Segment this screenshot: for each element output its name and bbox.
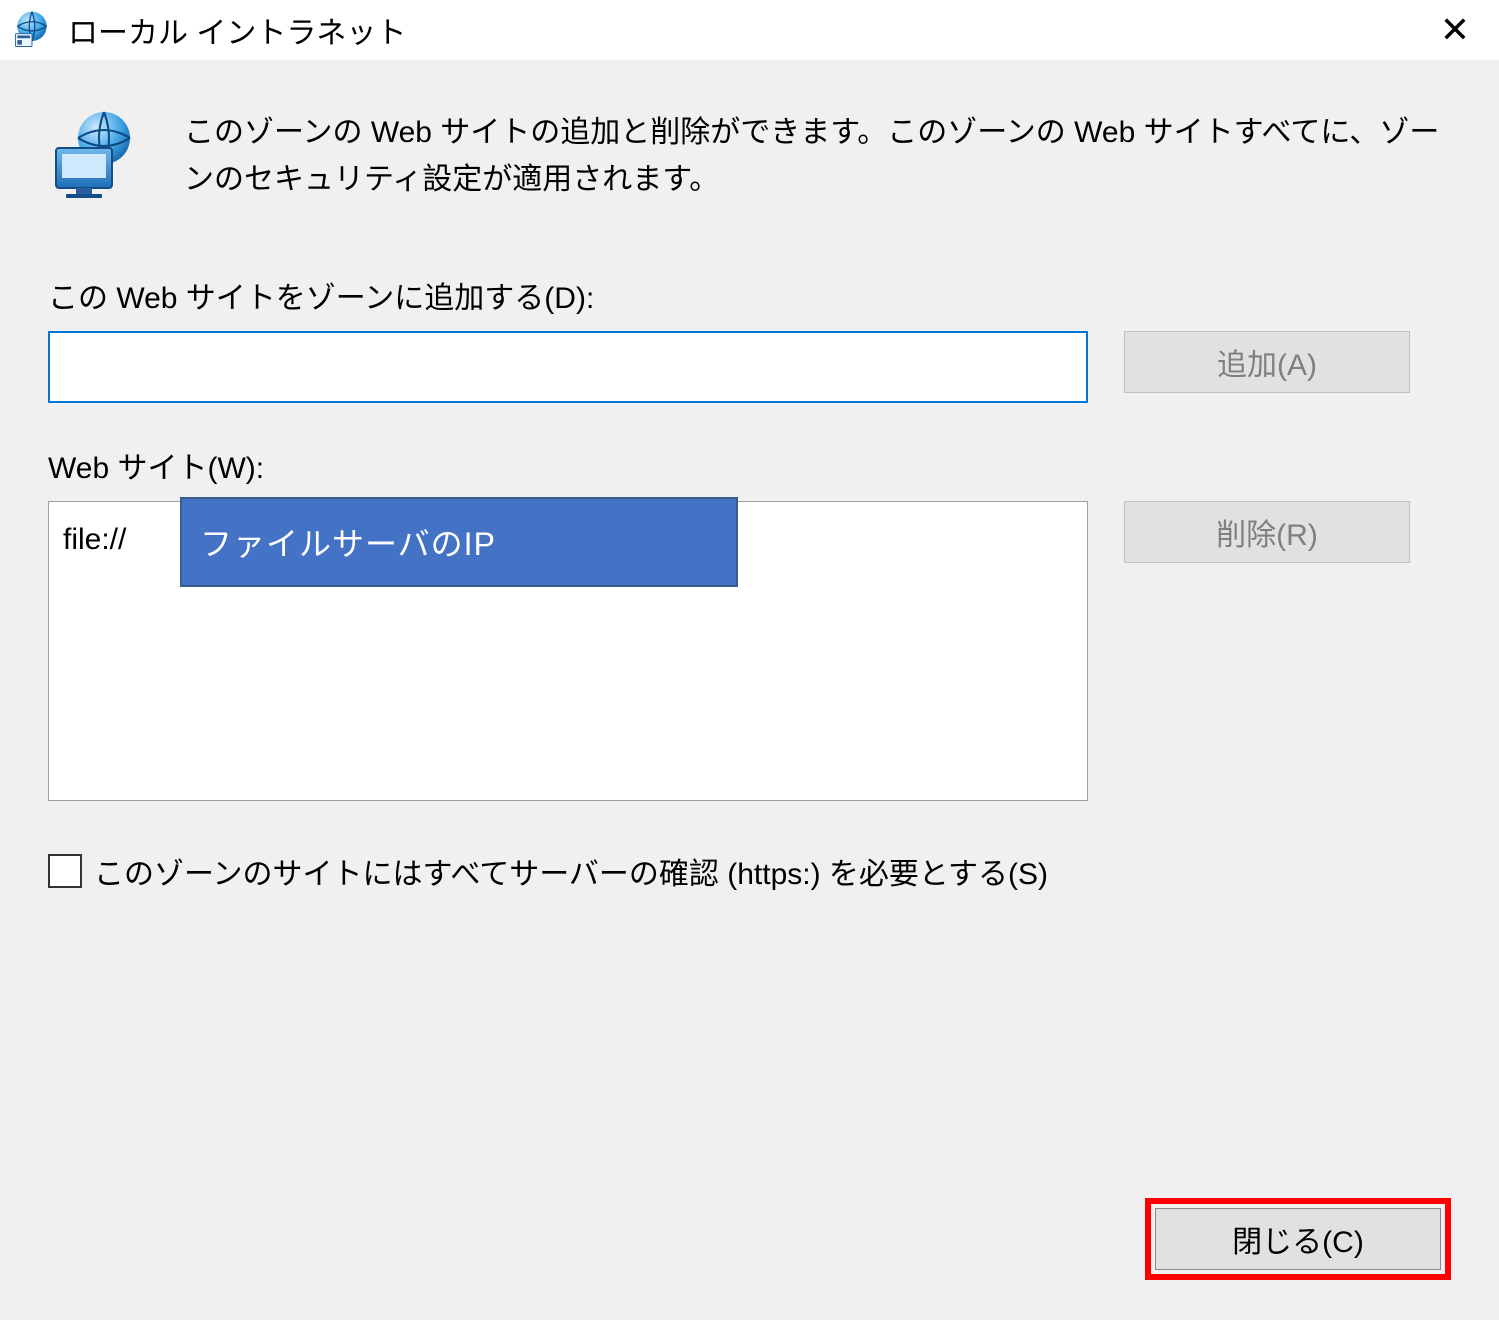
add-site-row: 追加(A) — [48, 331, 1451, 403]
remove-button[interactable]: 削除(R) — [1124, 501, 1410, 563]
dialog-footer: 閉じる(C) — [48, 1148, 1451, 1280]
close-button[interactable]: 閉じる(C) — [1155, 1208, 1441, 1270]
https-checkbox[interactable] — [48, 854, 82, 888]
title-text: ローカル イントラネット — [68, 8, 406, 52]
add-site-label: この Web サイトをゾーンに追加する(D): — [48, 273, 1451, 317]
file-server-ip-callout: ファイルサーバのIP — [180, 497, 738, 587]
close-button-highlight: 閉じる(C) — [1145, 1198, 1451, 1280]
add-site-input[interactable] — [48, 331, 1088, 403]
add-button[interactable]: 追加(A) — [1124, 331, 1410, 393]
hero-section: このゾーンの Web サイトの追加と削除ができます。このゾーンの Web サイト… — [48, 110, 1451, 203]
hero-description: このゾーンの Web サイトの追加と削除ができます。このゾーンの Web サイト… — [184, 110, 1451, 203]
dialog-body: このゾーンの Web サイトの追加と削除ができます。このゾーンの Web サイト… — [0, 60, 1499, 1320]
website-list-label: Web サイト(W): — [48, 443, 1451, 487]
intranet-monitor-icon — [48, 110, 148, 200]
website-list-row: file:// ファイルサーバのIP 削除(R) — [48, 501, 1451, 801]
local-intranet-dialog: ローカル イントラネット ✕ — [0, 0, 1499, 1320]
close-icon[interactable]: ✕ — [1425, 0, 1485, 60]
https-check-row[interactable]: このゾーンのサイトにはすべてサーバーの確認 (https:) を必要とする(S) — [48, 849, 1451, 893]
titlebar: ローカル イントラネット ✕ — [0, 0, 1499, 60]
website-list-wrap: file:// ファイルサーバのIP — [48, 501, 1088, 801]
intranet-zone-icon — [10, 8, 54, 52]
https-checkbox-label: このゾーンのサイトにはすべてサーバーの確認 (https:) を必要とする(S) — [94, 849, 1048, 893]
